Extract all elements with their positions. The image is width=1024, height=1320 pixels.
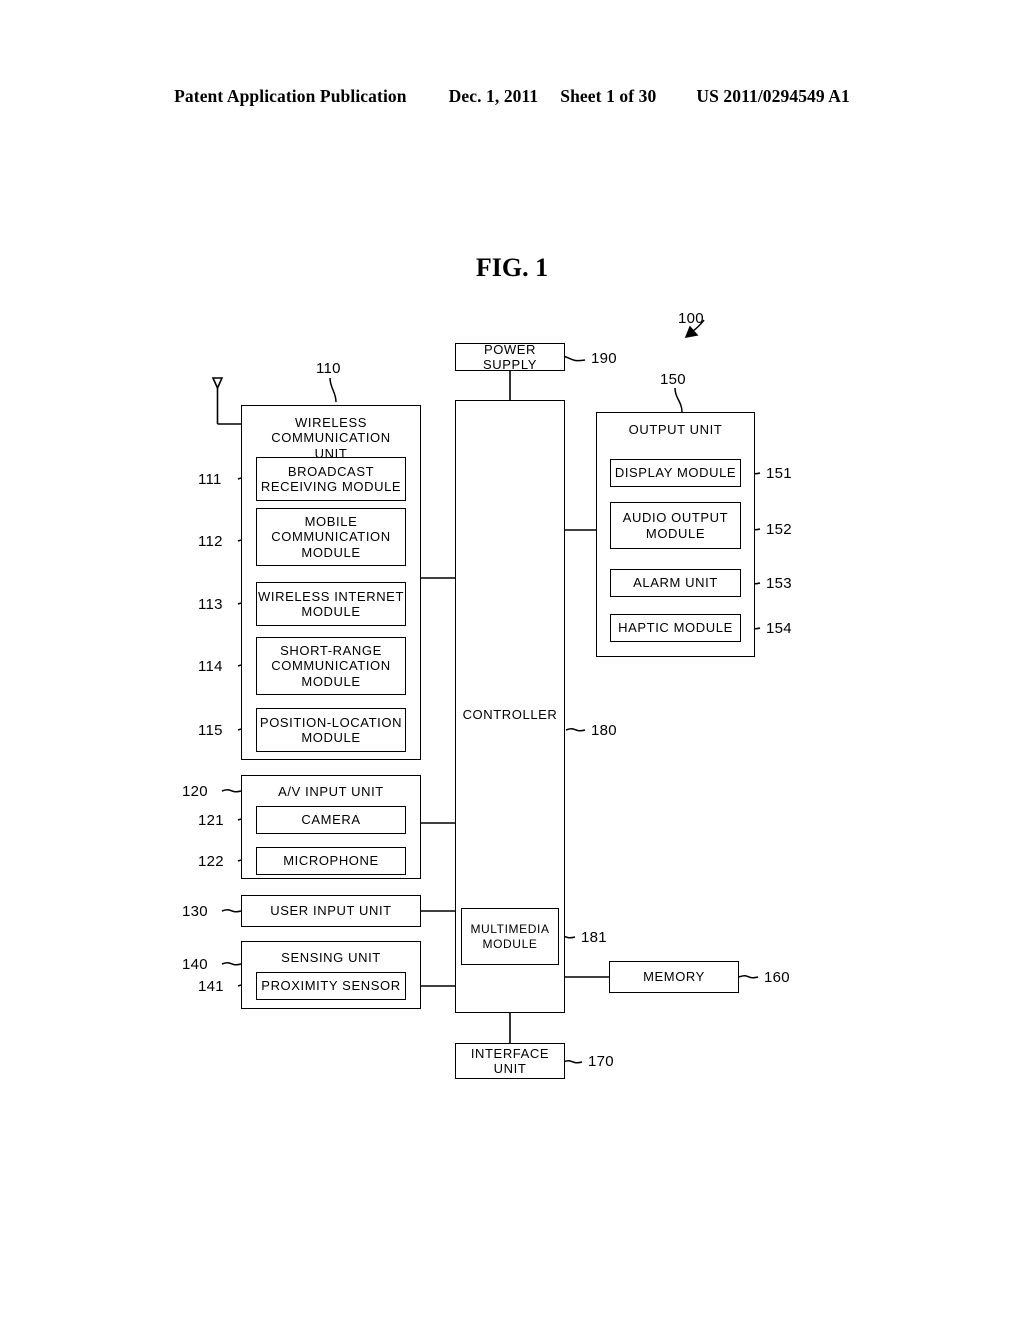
ref-152: 152 [766,521,792,538]
multimedia-module-block: MULTIMEDIA MODULE [461,908,559,965]
position-location-module-block: POSITION-LOCATION MODULE [256,708,406,752]
alarm-unit-block: ALARM UNIT [610,569,741,597]
ref-141: 141 [198,978,224,995]
haptic-module-label: HAPTIC MODULE [618,620,733,636]
microphone-label: MICROPHONE [283,853,379,869]
wireless-communication-unit-label: WIRELESS COMMUNICATION UNIT [271,415,391,461]
haptic-module-block: HAPTIC MODULE [610,614,741,642]
ref-115: 115 [198,722,223,739]
ref-153: 153 [766,575,792,592]
ref-112: 112 [198,533,223,550]
multimedia-module-label: MULTIMEDIA MODULE [470,922,550,951]
interface-unit-label: INTERFACE UNIT [470,1045,550,1076]
power-supply-block: POWER SUPPLY [455,341,565,372]
ref-181: 181 [581,929,607,946]
broadcast-receiving-module-block: BROADCAST RECEIVING MODULE [256,457,406,501]
alarm-unit-label: ALARM UNIT [633,575,718,591]
ref-130: 130 [182,903,208,920]
display-module-label: DISPLAY MODULE [614,465,737,481]
broadcast-receiving-module-label: BROADCAST RECEIVING MODULE [260,463,402,494]
controller-label: CONTROLLER [462,707,558,722]
wireless-internet-module-block: WIRELESS INTERNET MODULE [256,582,406,626]
audio-output-module-label: AUDIO OUTPUT MODULE [622,510,729,541]
ref-113: 113 [198,596,223,613]
ref-140: 140 [182,956,208,973]
position-location-module-label: POSITION-LOCATION MODULE [259,714,403,745]
power-supply-label: POWER SUPPLY [483,341,537,372]
short-range-communication-module-block: SHORT-RANGE COMMUNICATION MODULE [256,637,406,695]
camera-block: CAMERA [256,806,406,834]
memory-label: MEMORY [643,969,705,985]
ref-120: 120 [182,783,208,800]
proximity-sensor-label: PROXIMITY SENSOR [261,978,401,994]
display-module-block: DISPLAY MODULE [610,459,741,487]
ref-111: 111 [198,471,222,488]
ref-180: 180 [591,722,617,739]
user-input-unit-label: USER INPUT UNIT [270,903,392,919]
mobile-communication-module-label: MOBILE COMMUNICATION MODULE [271,514,391,560]
sensing-unit-label: SENSING UNIT [281,950,381,965]
ref-122: 122 [198,853,224,870]
ref-170: 170 [588,1053,614,1070]
microphone-block: MICROPHONE [256,847,406,875]
interface-unit-block: INTERFACE UNIT [455,1043,565,1079]
user-input-unit-block: USER INPUT UNIT [241,895,421,927]
camera-label: CAMERA [301,812,361,828]
ref-114: 114 [198,658,223,675]
ref-110: 110 [316,360,341,377]
output-unit-label: OUTPUT UNIT [628,422,723,437]
ref-154: 154 [766,620,792,637]
wireless-internet-module-label: WIRELESS INTERNET MODULE [258,588,404,619]
ref-150: 150 [660,371,686,388]
proximity-sensor-block: PROXIMITY SENSOR [256,972,406,1000]
av-input-unit-label: A/V INPUT UNIT [278,784,384,799]
block-diagram: POWER SUPPLY 190 100 CONTROLLER 180 MULT… [0,0,1024,1320]
ref-100: 100 [678,310,704,327]
ref-151: 151 [766,465,792,482]
short-range-communication-module-label: SHORT-RANGE COMMUNICATION MODULE [271,643,391,689]
memory-block: MEMORY [609,961,739,993]
audio-output-module-block: AUDIO OUTPUT MODULE [610,502,741,549]
mobile-communication-module-block: MOBILE COMMUNICATION MODULE [256,508,406,566]
ref-190: 190 [591,350,617,367]
ref-121: 121 [198,812,224,829]
ref-160: 160 [764,969,790,986]
